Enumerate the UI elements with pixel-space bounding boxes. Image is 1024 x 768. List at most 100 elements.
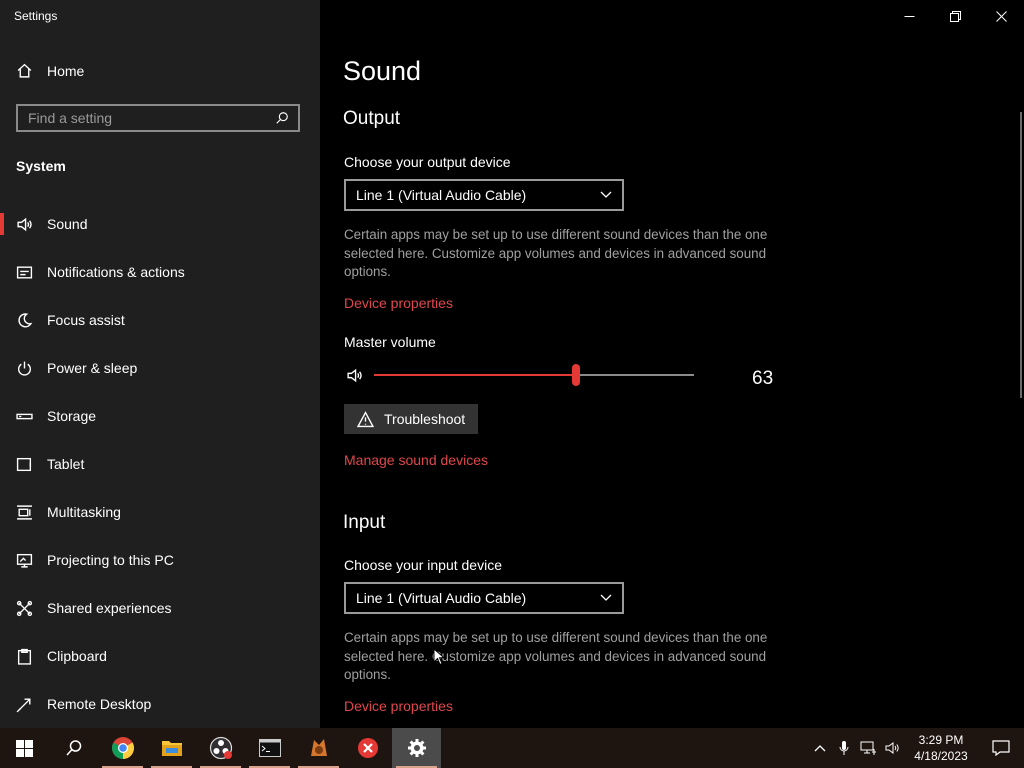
sidebar-item-focus-assist[interactable]: Focus assist bbox=[0, 296, 320, 344]
storage-icon bbox=[16, 408, 33, 425]
restore-icon bbox=[949, 10, 961, 22]
sidebar-item-label: Shared experiences bbox=[47, 600, 172, 616]
search-input[interactable] bbox=[28, 110, 268, 126]
system-tray: 3:29 PM 4/18/2023 bbox=[808, 728, 1024, 768]
restore-button[interactable] bbox=[932, 0, 978, 32]
speaker-volume-icon[interactable] bbox=[346, 367, 363, 384]
sidebar-item-multitasking[interactable]: Multitasking bbox=[0, 488, 320, 536]
sidebar-item-label: Focus assist bbox=[47, 312, 125, 328]
taskbar-obs[interactable] bbox=[196, 728, 245, 768]
taskbar-app[interactable] bbox=[294, 728, 343, 768]
windows-start-icon bbox=[16, 739, 33, 757]
speaker-icon bbox=[885, 742, 899, 754]
chevron-down-icon bbox=[600, 191, 612, 198]
x-app-icon bbox=[357, 738, 378, 758]
start-button[interactable] bbox=[0, 728, 49, 768]
obs-icon bbox=[209, 736, 232, 760]
network-icon bbox=[860, 741, 876, 755]
troubleshoot-label: Troubleshoot bbox=[384, 411, 466, 427]
input-device-label: Choose your input device bbox=[344, 557, 502, 573]
app-icon bbox=[310, 739, 327, 756]
taskbar-settings[interactable] bbox=[392, 728, 441, 768]
taskbar-terminal[interactable] bbox=[245, 728, 294, 768]
notification-icon bbox=[16, 264, 33, 281]
master-volume-label: Master volume bbox=[344, 334, 436, 350]
sidebar-item-label: Tablet bbox=[47, 456, 85, 472]
input-device-value: Line 1 (Virtual Audio Cable) bbox=[356, 590, 527, 606]
home-icon bbox=[16, 62, 33, 79]
share-icon bbox=[16, 600, 33, 617]
settings-gear-icon bbox=[407, 739, 426, 757]
output-device-value: Line 1 (Virtual Audio Cable) bbox=[356, 187, 527, 203]
input-heading: Input bbox=[343, 512, 386, 533]
manage-sound-devices-link[interactable]: Manage sound devices bbox=[344, 452, 488, 468]
close-button[interactable] bbox=[978, 0, 1024, 32]
speaker-icon bbox=[16, 216, 33, 233]
output-heading: Output bbox=[343, 108, 401, 129]
page-title: Sound bbox=[343, 56, 422, 86]
chevron-up-icon bbox=[814, 745, 826, 752]
scrollbar[interactable] bbox=[1020, 112, 1022, 398]
search-icon bbox=[65, 740, 81, 756]
action-center-button[interactable] bbox=[978, 728, 1024, 768]
taskbar-clock[interactable]: 3:29 PM 4/18/2023 bbox=[904, 732, 978, 764]
sidebar-item-label: Clipboard bbox=[47, 648, 107, 664]
troubleshoot-button[interactable]: Troubleshoot bbox=[344, 404, 478, 434]
sidebar-item-sound[interactable]: Sound bbox=[0, 200, 320, 248]
minimize-button[interactable] bbox=[886, 0, 932, 32]
taskbar-search-button[interactable] bbox=[49, 728, 98, 768]
network-tray-button[interactable] bbox=[856, 728, 880, 768]
sidebar: Settings Home System Sound Notifications… bbox=[0, 0, 320, 728]
sidebar-item-storage[interactable]: Storage bbox=[0, 392, 320, 440]
sidebar-item-projecting[interactable]: Projecting to this PC bbox=[0, 536, 320, 584]
output-device-dropdown[interactable]: Line 1 (Virtual Audio Cable) bbox=[344, 179, 624, 211]
microphone-tray-button[interactable] bbox=[832, 728, 856, 768]
home-nav-item[interactable]: Home bbox=[16, 62, 84, 79]
sidebar-item-label: Storage bbox=[47, 408, 97, 424]
warning-icon bbox=[357, 410, 374, 428]
main-content: Sound Output Choose your output device L… bbox=[320, 0, 1024, 728]
window-title: Settings bbox=[14, 9, 58, 23]
search-box[interactable] bbox=[16, 104, 300, 132]
search-icon[interactable] bbox=[273, 110, 290, 127]
sidebar-item-label: Multitasking bbox=[47, 504, 121, 520]
home-label: Home bbox=[47, 62, 85, 79]
sidebar-item-power-sleep[interactable]: Power & sleep bbox=[0, 344, 320, 392]
window-caption-buttons bbox=[886, 0, 1024, 32]
clock-time: 3:29 PM bbox=[918, 733, 964, 747]
sidebar-item-tablet[interactable]: Tablet bbox=[0, 440, 320, 488]
show-hidden-icons-button[interactable] bbox=[808, 728, 832, 768]
sidebar-item-shared-experiences[interactable]: Shared experiences bbox=[0, 584, 320, 632]
input-device-dropdown[interactable]: Line 1 (Virtual Audio Cable) bbox=[344, 582, 624, 614]
chrome-icon bbox=[111, 737, 134, 759]
input-device-properties-link[interactable]: Device properties bbox=[344, 698, 453, 714]
taskbar-file-explorer[interactable] bbox=[147, 728, 196, 768]
taskbar: 3:29 PM 4/18/2023 bbox=[0, 728, 1024, 768]
output-device-label: Choose your output device bbox=[344, 154, 511, 170]
output-description: Certain apps may be set up to use differ… bbox=[344, 227, 768, 279]
master-volume-slider[interactable] bbox=[374, 364, 694, 386]
input-description: Certain apps may be set up to use differ… bbox=[344, 630, 768, 682]
sidebar-item-clipboard[interactable]: Clipboard bbox=[0, 632, 320, 680]
file-explorer-icon bbox=[161, 741, 182, 756]
sidebar-item-label: Sound bbox=[47, 216, 88, 232]
sidebar-item-label: Remote Desktop bbox=[47, 696, 152, 712]
sidebar-item-label: Notifications & actions bbox=[47, 264, 185, 280]
microphone-icon bbox=[839, 741, 849, 755]
terminal-icon bbox=[258, 739, 281, 757]
master-volume-value: 63 bbox=[752, 368, 774, 389]
sidebar-item-notifications[interactable]: Notifications & actions bbox=[0, 248, 320, 296]
master-volume-thumb[interactable] bbox=[571, 364, 580, 386]
sidebar-item-remote-desktop[interactable]: Remote Desktop bbox=[0, 680, 320, 728]
clipboard-icon bbox=[16, 648, 33, 665]
taskbar-chrome[interactable] bbox=[98, 728, 147, 768]
clock-date: 4/18/2023 bbox=[914, 749, 968, 763]
tablet-icon bbox=[16, 456, 33, 473]
volume-tray-button[interactable] bbox=[880, 728, 904, 768]
output-device-properties-link[interactable]: Device properties bbox=[344, 295, 453, 311]
master-volume-row bbox=[346, 364, 776, 387]
taskbar-x-app[interactable] bbox=[343, 728, 392, 768]
multitasking-icon bbox=[16, 504, 33, 521]
mouse-cursor-icon bbox=[433, 648, 445, 666]
moon-icon bbox=[16, 312, 33, 329]
